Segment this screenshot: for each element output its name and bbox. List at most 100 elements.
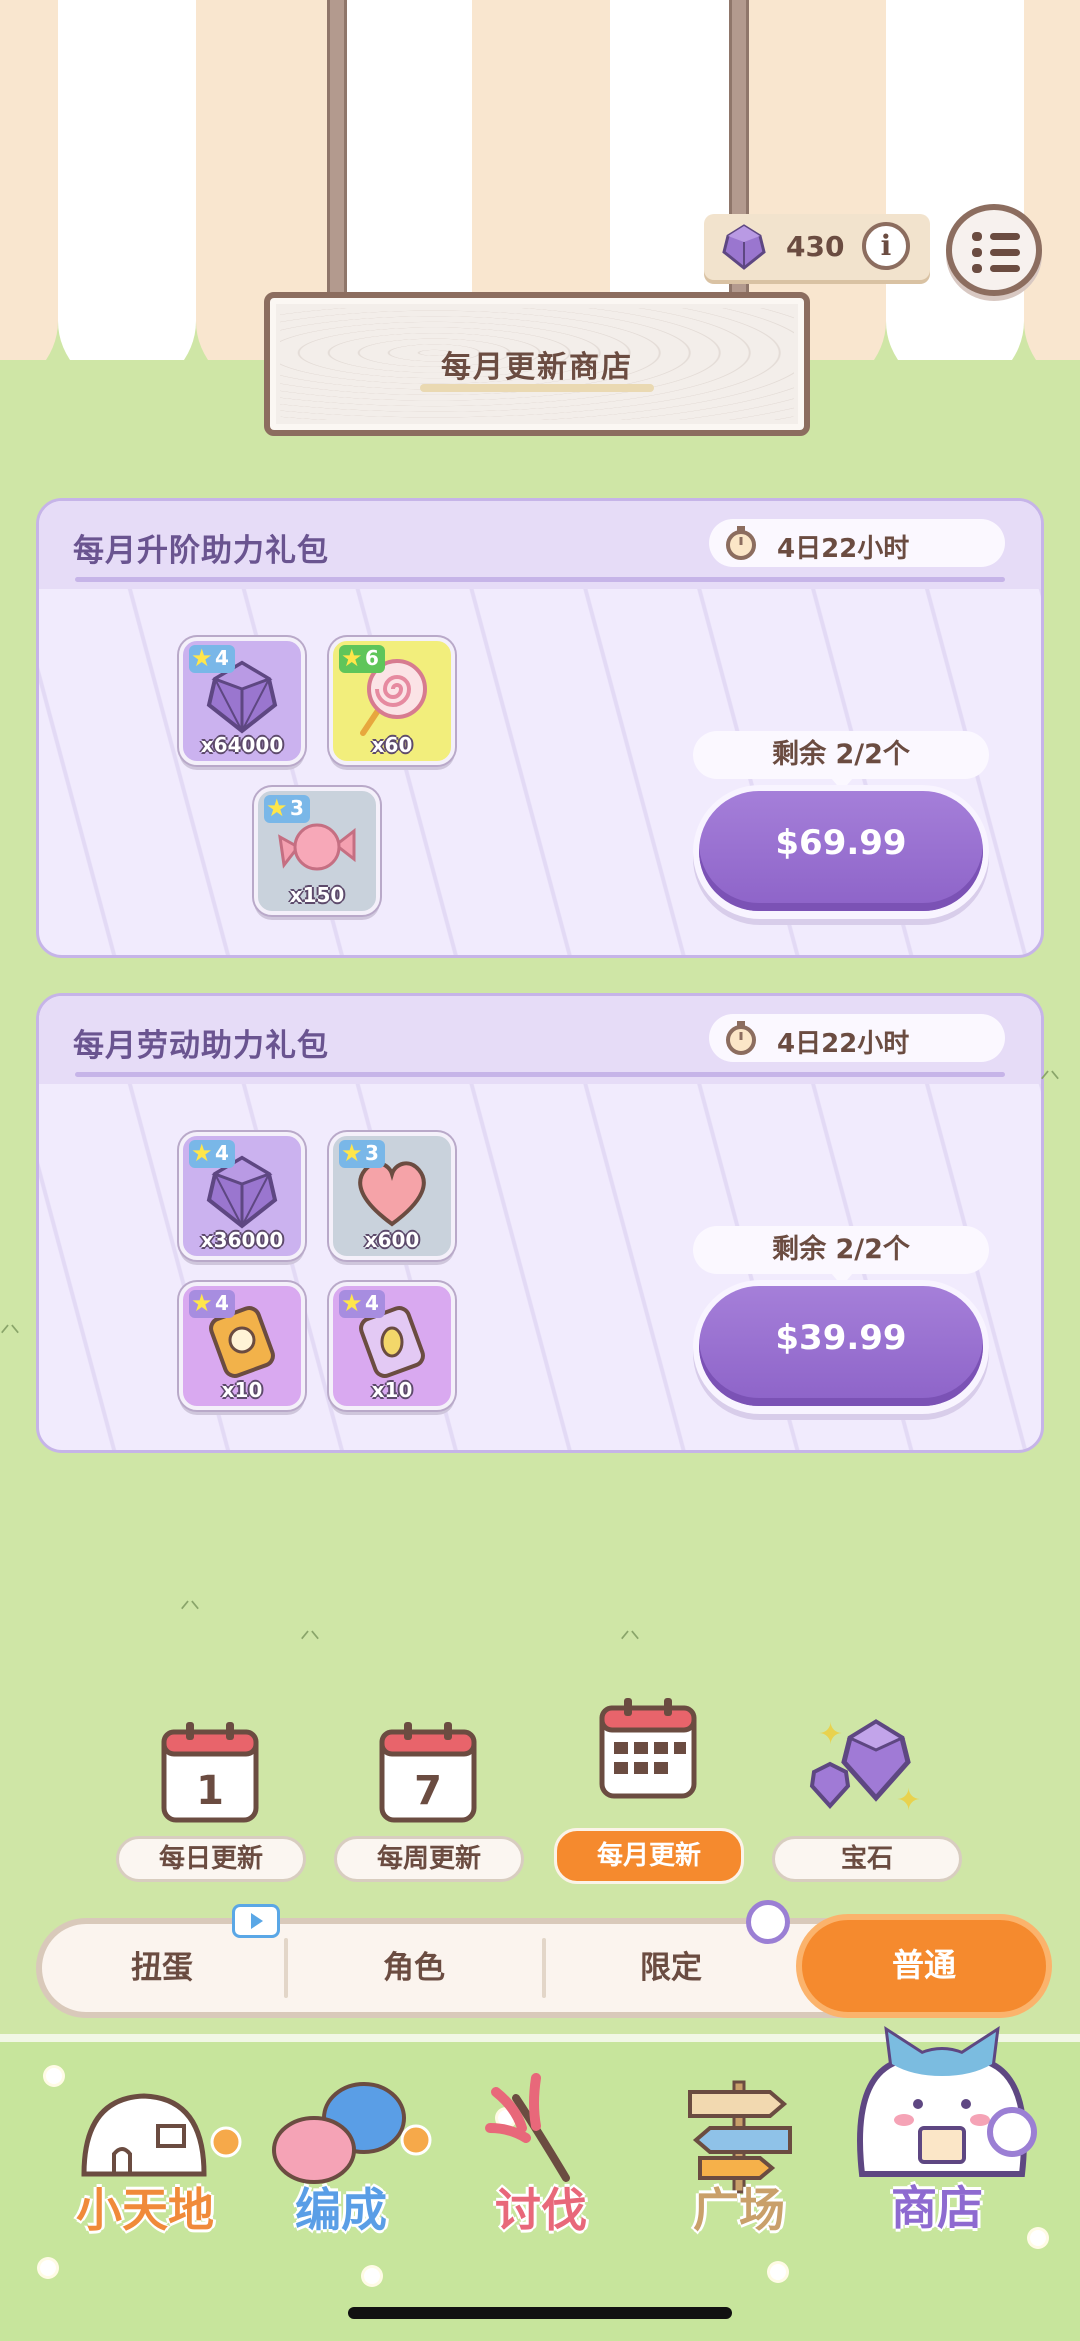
nav-label: 广场 xyxy=(693,2183,785,2237)
gem-currency-display: 430 i xyxy=(704,214,930,280)
pack-timer: 4日22小时 xyxy=(709,519,1005,567)
buy-price: $69.99 xyxy=(775,823,907,863)
item-quantity: x64000 xyxy=(200,733,284,757)
list-icon xyxy=(972,232,982,241)
reward-item-ticket-purple[interactable]: ★ 4 x10 xyxy=(329,1282,455,1410)
sign-rope xyxy=(327,0,347,300)
subtab-gems[interactable]: ✦ ✦ 宝石 xyxy=(772,1710,962,1882)
subtab-label: 每月更新 xyxy=(554,1828,744,1884)
star-rank-badge: ★ 4 xyxy=(189,1290,235,1318)
purple-gem-icon xyxy=(722,224,766,270)
reward-item-gem[interactable]: ★ 4 x64000 xyxy=(179,637,305,765)
grass-tuft: ᐟᐠ xyxy=(180,1596,201,1624)
gem-amount: 430 xyxy=(786,230,845,263)
pack-card-labor: 每月劳动助力礼包 4日22小时 ★ 4 x36000 ★ 3 x600 ★ 4 … xyxy=(36,993,1044,1453)
nav-plaza[interactable]: 广场 xyxy=(644,2068,834,2238)
item-quantity: x36000 xyxy=(200,1228,284,1252)
flower-decor xyxy=(770,2264,786,2280)
pack-title: 每月劳动助力礼包 xyxy=(73,1028,329,1064)
subtab-label: 宝石 xyxy=(772,1836,962,1882)
star-rank-badge: ★ 4 xyxy=(189,645,235,673)
reward-item-lollipop[interactable]: ★ 6 x60 xyxy=(329,637,455,765)
item-quantity: x600 xyxy=(364,1228,420,1252)
pack-divider xyxy=(75,577,1005,582)
subtab-label: 每周更新 xyxy=(334,1836,524,1882)
grass-tuft: ᐟᐠ xyxy=(300,1626,321,1654)
svg-text:✦: ✦ xyxy=(896,1783,921,1818)
awning-stripe xyxy=(886,0,1024,390)
pack-title: 每月升阶助力礼包 xyxy=(73,533,329,569)
star-rank-badge: ★ 4 xyxy=(339,1290,385,1318)
star-rank-badge: ★ 3 xyxy=(339,1140,385,1168)
awning-stripe xyxy=(1024,0,1080,390)
calendar-icon: 7 xyxy=(379,1722,477,1823)
item-quantity: x10 xyxy=(221,1378,263,1402)
svg-text:1: 1 xyxy=(196,1768,224,1814)
home-indicator xyxy=(348,2307,732,2319)
star-icon: ★ xyxy=(341,1139,363,1167)
star-icon: ★ xyxy=(191,644,213,672)
grass-tuft: ᐟᐠ xyxy=(1040,1066,1061,1094)
remaining-count: 剩余 2/2个 xyxy=(693,731,989,791)
reward-item-heart[interactable]: ★ 3 x600 xyxy=(329,1132,455,1260)
subtab-label: 每日更新 xyxy=(116,1836,306,1882)
menu-button[interactable] xyxy=(946,204,1042,296)
awning-stripe xyxy=(58,0,196,390)
nav-label: 小天地 xyxy=(76,2183,214,2237)
buy-price: $39.99 xyxy=(775,1318,907,1358)
calendar-icon: 1 xyxy=(161,1722,259,1823)
star-rank-badge: ★ 3 xyxy=(264,795,310,823)
star-icon: ★ xyxy=(191,1139,213,1167)
svg-text:7: 7 xyxy=(414,1768,442,1814)
subtab-monthly[interactable]: 每月更新 xyxy=(554,1694,744,1884)
timer-text: 4日22小时 xyxy=(777,1029,910,1059)
buy-button[interactable]: $39.99 xyxy=(693,1280,989,1414)
pack-card-upgrade: 每月升阶助力礼包 4日22小时 ★ 4 x64000 ★ 6 x60 ★ 3 x… xyxy=(36,498,1044,958)
awning-stripe xyxy=(0,0,58,390)
item-quantity: x150 xyxy=(289,883,345,907)
grass-tuft: ᐟᐠ xyxy=(0,1320,21,1348)
star-rank-badge: ★ 4 xyxy=(189,1140,235,1168)
stopwatch-icon xyxy=(746,1900,790,1944)
flower-decor xyxy=(1030,2230,1046,2246)
nav-shop[interactable]: 商店 xyxy=(842,2024,1037,2238)
item-quantity: x60 xyxy=(371,733,413,757)
subtab-weekly[interactable]: 7 每周更新 xyxy=(334,1718,524,1882)
buy-button[interactable]: $69.99 xyxy=(693,785,989,919)
reward-item-candy[interactable]: ★ 3 x150 xyxy=(254,787,380,915)
item-quantity: x10 xyxy=(371,1378,413,1402)
grass-tuft: ᐟᐠ xyxy=(620,1626,641,1654)
nav-label: 讨伐 xyxy=(495,2183,587,2237)
timer-text: 4日22小时 xyxy=(777,534,910,564)
nav-battle[interactable]: 讨伐 xyxy=(446,2068,636,2238)
stopwatch-icon xyxy=(726,526,756,560)
gems-icon: ✦ ✦ xyxy=(809,1717,921,1818)
reward-item-ticket-orange[interactable]: ★ 4 x10 xyxy=(179,1282,305,1410)
shop-title: 每月更新商店 xyxy=(441,350,633,385)
segment-character[interactable]: 角色 xyxy=(288,1924,540,2012)
shop-character-icon xyxy=(857,2025,1037,2177)
star-icon: ★ xyxy=(341,1289,363,1317)
nav-label: 商店 xyxy=(891,2181,983,2235)
stopwatch-icon xyxy=(726,1021,756,1055)
calendar-grid-icon xyxy=(599,1698,697,1799)
remaining-count: 剩余 2/2个 xyxy=(693,1226,989,1286)
flower-decor xyxy=(40,2260,56,2276)
star-rank-badge: ★ 6 xyxy=(339,645,385,673)
pack-timer: 4日22小时 xyxy=(709,1014,1005,1062)
star-icon: ★ xyxy=(266,794,288,822)
video-icon xyxy=(232,1904,280,1938)
star-icon: ★ xyxy=(341,644,363,672)
svg-text:✦: ✦ xyxy=(818,1717,843,1752)
segment-normal[interactable]: 普通 xyxy=(796,1914,1052,2018)
nav-team[interactable]: 编成 xyxy=(246,2068,436,2238)
nav-home[interactable]: 小天地 xyxy=(50,2068,242,2238)
pack-divider xyxy=(75,1072,1005,1077)
reward-item-gem[interactable]: ★ 4 x36000 xyxy=(179,1132,305,1260)
shop-sign: 每月更新商店 xyxy=(264,292,810,436)
star-icon: ★ xyxy=(191,1289,213,1317)
house-icon xyxy=(81,2093,242,2177)
currency-info-button[interactable]: i xyxy=(862,222,910,270)
subtab-daily[interactable]: 1 每日更新 xyxy=(116,1718,306,1882)
nav-label: 编成 xyxy=(295,2183,387,2237)
